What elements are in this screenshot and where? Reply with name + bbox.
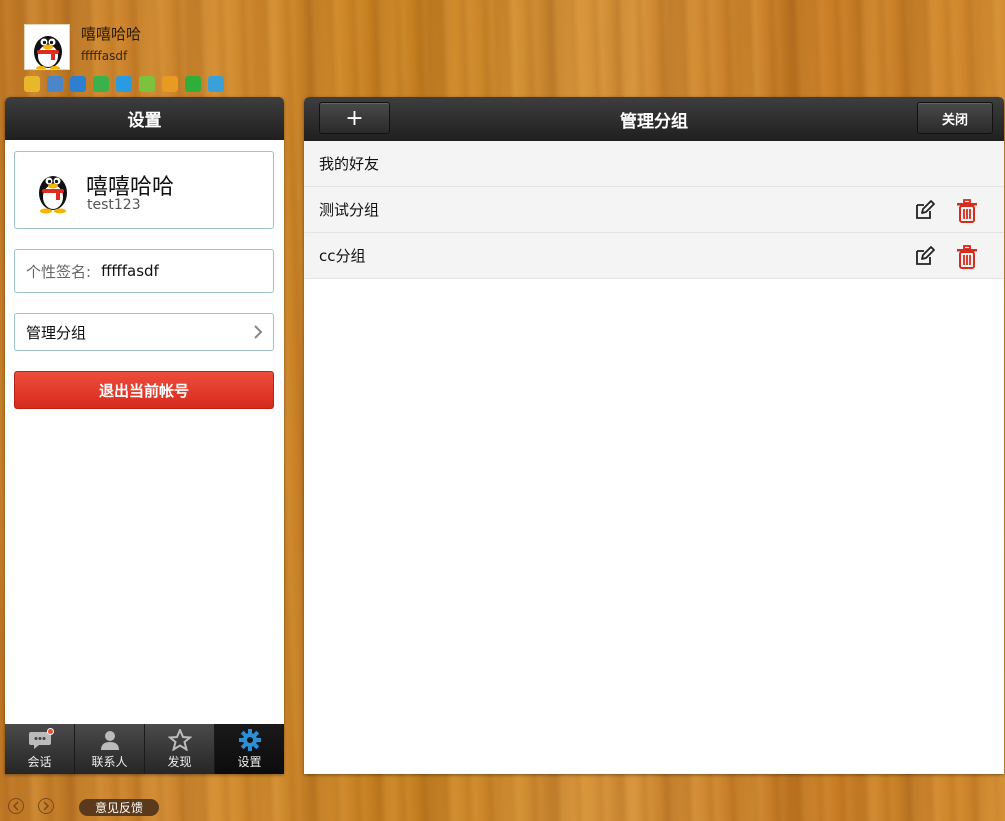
chevron-left-icon (12, 801, 19, 811)
trash-icon (957, 245, 977, 269)
penguin-avatar-icon (39, 176, 67, 214)
tab-label-chat: 会话 (27, 755, 52, 769)
chevron-right-icon (254, 325, 263, 339)
top-nickname: 嘻嘻哈哈 (81, 25, 142, 43)
edit-group-button[interactable] (913, 199, 935, 227)
browser-app-icon[interactable] (116, 76, 132, 92)
tab-contacts[interactable]: 联系人 (75, 724, 145, 774)
back-button[interactable] (8, 798, 24, 814)
group-item[interactable]: cc分组 (304, 233, 1004, 279)
settings-header: 设置 (5, 97, 284, 140)
top-signature: fffffasdf (81, 49, 128, 63)
money-app-icon[interactable] (162, 76, 178, 92)
edit-group-button[interactable] (913, 245, 935, 273)
group-item[interactable]: 测试分组 (304, 187, 1004, 233)
bottom-tabbar: 会话 联系人 发现 设置 (5, 724, 284, 774)
pet-app-icon[interactable] (139, 76, 155, 92)
cloud-app-icon[interactable] (208, 76, 224, 92)
group-name: cc分组 (319, 247, 366, 265)
tab-chat[interactable]: 会话 (5, 724, 75, 774)
group-list: 我的好友测试分组 cc分组 (304, 141, 1004, 279)
mail-app-icon[interactable] (47, 76, 63, 92)
manage-groups-header: + 管理分组 关闭 (304, 97, 1004, 141)
profile-card[interactable]: 嘻嘻哈哈 test123 (14, 151, 274, 229)
edit-icon (916, 246, 935, 265)
tab-label-discover: 发现 (167, 755, 192, 769)
feedback-button[interactable]: 意见反馈 (79, 799, 159, 816)
edit-icon (916, 200, 935, 219)
group-name: 测试分组 (319, 201, 380, 219)
tab-label-contacts: 联系人 (91, 755, 128, 769)
tab-discover[interactable]: 发现 (145, 724, 215, 774)
contacts-icon (100, 731, 119, 750)
add-group-button[interactable]: + (319, 102, 390, 134)
trash-icon (957, 199, 977, 223)
forward-button[interactable] (38, 798, 54, 814)
clover-app-icon[interactable] (185, 76, 201, 92)
app-icon-bar (24, 76, 224, 92)
history-nav (8, 798, 54, 814)
star-app-icon[interactable] (24, 76, 40, 92)
delete-group-button[interactable] (956, 199, 978, 227)
manage-groups-label: 管理分组 (26, 323, 87, 342)
settings-panel: 设置 嘻嘻哈哈 test123 个性签名: fffffasdf 管理分组 退出当… (5, 97, 284, 774)
profile-account: test123 (87, 197, 141, 213)
top-avatar[interactable] (24, 24, 70, 70)
signature-field[interactable]: 个性签名: fffffasdf (14, 249, 274, 293)
group-item[interactable]: 我的好友 (304, 141, 1004, 187)
group-name: 我的好友 (319, 155, 380, 173)
tab-settings[interactable]: 设置 (215, 724, 284, 774)
manage-groups-title: 管理分组 (620, 111, 688, 132)
delete-group-button[interactable] (956, 245, 978, 273)
chevron-right-icon (43, 801, 50, 811)
group-actions (913, 199, 978, 227)
discover-star-icon (167, 729, 192, 751)
play-app-icon[interactable] (93, 76, 109, 92)
unread-badge (47, 728, 54, 735)
close-button[interactable]: 关闭 (917, 102, 993, 134)
manage-groups-panel: + 管理分组 关闭 我的好友测试分组 cc分组 (304, 97, 1004, 774)
penguin-avatar-icon (34, 36, 62, 69)
manage-groups-row[interactable]: 管理分组 (14, 313, 274, 351)
settings-gear-icon (238, 729, 261, 751)
search-app-icon[interactable] (70, 76, 86, 92)
group-actions (913, 245, 978, 273)
logout-button[interactable]: 退出当前帐号 (14, 371, 274, 409)
signature-label: 个性签名: (26, 262, 92, 281)
tab-label-settings: 设置 (237, 755, 262, 769)
signature-value: fffffasdf (101, 262, 159, 280)
